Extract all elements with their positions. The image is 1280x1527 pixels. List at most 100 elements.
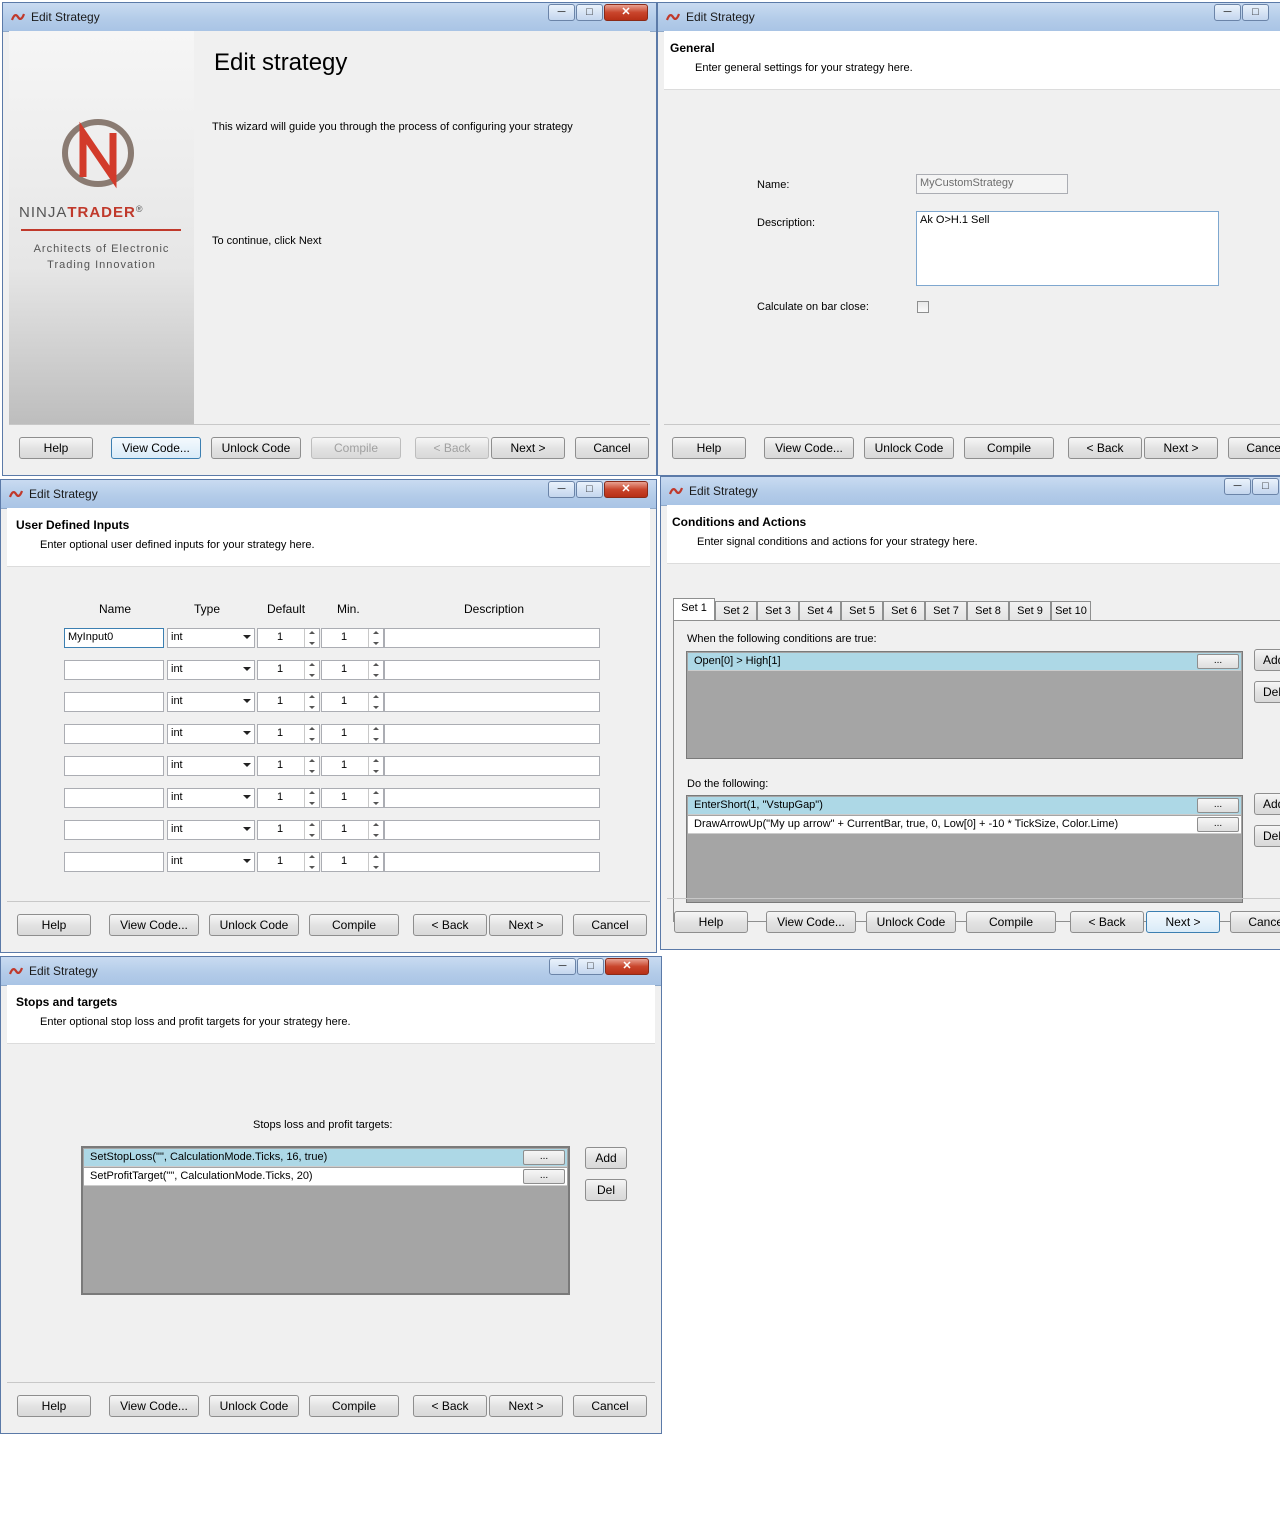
cancel-button[interactable]: Cancel <box>573 914 647 936</box>
back-button[interactable]: < Back <box>1070 911 1144 933</box>
next-button[interactable]: Next > <box>491 437 565 459</box>
help-button[interactable]: Help <box>674 911 748 933</box>
tab-set-8[interactable]: Set 8 <box>967 601 1009 620</box>
maximize-button[interactable]: □ <box>577 958 604 975</box>
next-button[interactable]: Next > <box>1144 437 1218 459</box>
input-name-field[interactable] <box>64 660 164 680</box>
spin-buttons[interactable] <box>304 821 319 839</box>
input-min-spinner[interactable]: 1 <box>321 692 384 712</box>
spin-buttons[interactable] <box>304 629 319 647</box>
spin-buttons[interactable] <box>368 821 383 839</box>
spin-buttons[interactable] <box>304 693 319 711</box>
minimize-button[interactable]: ─ <box>549 958 576 975</box>
tab-set-2[interactable]: Set 2 <box>715 601 757 620</box>
input-name-field[interactable] <box>64 724 164 744</box>
input-name-field[interactable]: MyInput0 <box>64 628 164 648</box>
stops-list[interactable]: SetStopLoss("", CalculationMode.Ticks, 1… <box>81 1146 570 1295</box>
edit-ellipsis-button[interactable]: ... <box>1197 817 1239 832</box>
help-button[interactable]: Help <box>17 914 91 936</box>
spin-buttons[interactable] <box>368 661 383 679</box>
input-type-select[interactable]: int <box>167 628 255 648</box>
add-stop-button[interactable]: Add <box>585 1147 627 1169</box>
unlock-code-button[interactable]: Unlock Code <box>209 914 299 936</box>
stop-target-row[interactable]: SetStopLoss("", CalculationMode.Ticks, 1… <box>84 1149 567 1167</box>
input-type-select[interactable]: int <box>167 724 255 744</box>
compile-button[interactable]: Compile <box>309 1395 399 1417</box>
back-button[interactable]: < Back <box>413 1395 487 1417</box>
input-type-select[interactable]: int <box>167 788 255 808</box>
tab-set-7[interactable]: Set 7 <box>925 601 967 620</box>
cancel-button[interactable]: Cancel <box>573 1395 647 1417</box>
input-description-field[interactable] <box>384 756 600 776</box>
spin-buttons[interactable] <box>304 661 319 679</box>
input-min-spinner[interactable]: 1 <box>321 628 384 648</box>
condition-row[interactable]: Open[0] > High[1]... <box>688 653 1241 671</box>
action-row[interactable]: EnterShort(1, "VstupGap")... <box>688 797 1241 815</box>
view-code-button[interactable]: View Code... <box>764 437 854 459</box>
spin-buttons[interactable] <box>368 853 383 871</box>
input-min-spinner[interactable]: 1 <box>321 660 384 680</box>
spin-buttons[interactable] <box>304 725 319 743</box>
input-description-field[interactable] <box>384 692 600 712</box>
input-description-field[interactable] <box>384 788 600 808</box>
compile-button[interactable]: Compile <box>311 437 401 459</box>
minimize-button[interactable]: ─ <box>1214 4 1241 21</box>
input-default-spinner[interactable]: 1 <box>257 724 320 744</box>
minimize-button[interactable]: ─ <box>548 4 575 21</box>
cancel-button[interactable]: Cancel <box>1230 911 1280 933</box>
tab-set-10[interactable]: Set 10 <box>1051 601 1091 620</box>
back-button[interactable]: < Back <box>413 914 487 936</box>
unlock-code-button[interactable]: Unlock Code <box>866 911 956 933</box>
edit-ellipsis-button[interactable]: ... <box>523 1169 565 1184</box>
input-min-spinner[interactable]: 1 <box>321 756 384 776</box>
next-button[interactable]: Next > <box>489 914 563 936</box>
minimize-button[interactable]: ─ <box>1224 478 1251 495</box>
input-default-spinner[interactable]: 1 <box>257 820 320 840</box>
back-button[interactable]: < Back <box>1068 437 1142 459</box>
description-field[interactable]: Ak O>H.1 Sell <box>916 211 1219 286</box>
spin-buttons[interactable] <box>368 693 383 711</box>
close-button[interactable]: ✕ <box>605 958 649 975</box>
add-action-button[interactable]: Add <box>1254 793 1280 815</box>
maximize-button[interactable]: □ <box>576 4 603 21</box>
unlock-code-button[interactable]: Unlock Code <box>211 437 301 459</box>
unlock-code-button[interactable]: Unlock Code <box>864 437 954 459</box>
input-description-field[interactable] <box>384 724 600 744</box>
tab-set-6[interactable]: Set 6 <box>883 601 925 620</box>
back-button[interactable]: < Back <box>415 437 489 459</box>
view-code-button[interactable]: View Code... <box>111 437 201 459</box>
compile-button[interactable]: Compile <box>964 437 1054 459</box>
del-condition-button[interactable]: Del <box>1254 681 1280 703</box>
del-action-button[interactable]: Del <box>1254 825 1280 847</box>
input-type-select[interactable]: int <box>167 756 255 776</box>
input-min-spinner[interactable]: 1 <box>321 852 384 872</box>
input-min-spinner[interactable]: 1 <box>321 788 384 808</box>
input-default-spinner[interactable]: 1 <box>257 660 320 680</box>
actions-list[interactable]: EnterShort(1, "VstupGap")... DrawArrowUp(… <box>686 795 1243 903</box>
spin-buttons[interactable] <box>304 853 319 871</box>
view-code-button[interactable]: View Code... <box>109 1395 199 1417</box>
input-description-field[interactable] <box>384 852 600 872</box>
spin-buttons[interactable] <box>368 725 383 743</box>
input-min-spinner[interactable]: 1 <box>321 820 384 840</box>
spin-buttons[interactable] <box>368 789 383 807</box>
spin-buttons[interactable] <box>368 629 383 647</box>
input-default-spinner[interactable]: 1 <box>257 788 320 808</box>
help-button[interactable]: Help <box>672 437 746 459</box>
maximize-button[interactable]: □ <box>1252 478 1279 495</box>
compile-button[interactable]: Compile <box>966 911 1056 933</box>
input-type-select[interactable]: int <box>167 820 255 840</box>
view-code-button[interactable]: View Code... <box>109 914 199 936</box>
edit-ellipsis-button[interactable]: ... <box>1197 798 1239 813</box>
input-default-spinner[interactable]: 1 <box>257 852 320 872</box>
unlock-code-button[interactable]: Unlock Code <box>209 1395 299 1417</box>
input-type-select[interactable]: int <box>167 852 255 872</box>
spin-buttons[interactable] <box>304 757 319 775</box>
close-button[interactable]: ✕ <box>604 4 648 21</box>
tab-set-1[interactable]: Set 1 <box>673 598 715 620</box>
input-description-field[interactable] <box>384 628 600 648</box>
cancel-button[interactable]: Cancel <box>575 437 649 459</box>
view-code-button[interactable]: View Code... <box>766 911 856 933</box>
next-button[interactable]: Next > <box>489 1395 563 1417</box>
input-description-field[interactable] <box>384 820 600 840</box>
